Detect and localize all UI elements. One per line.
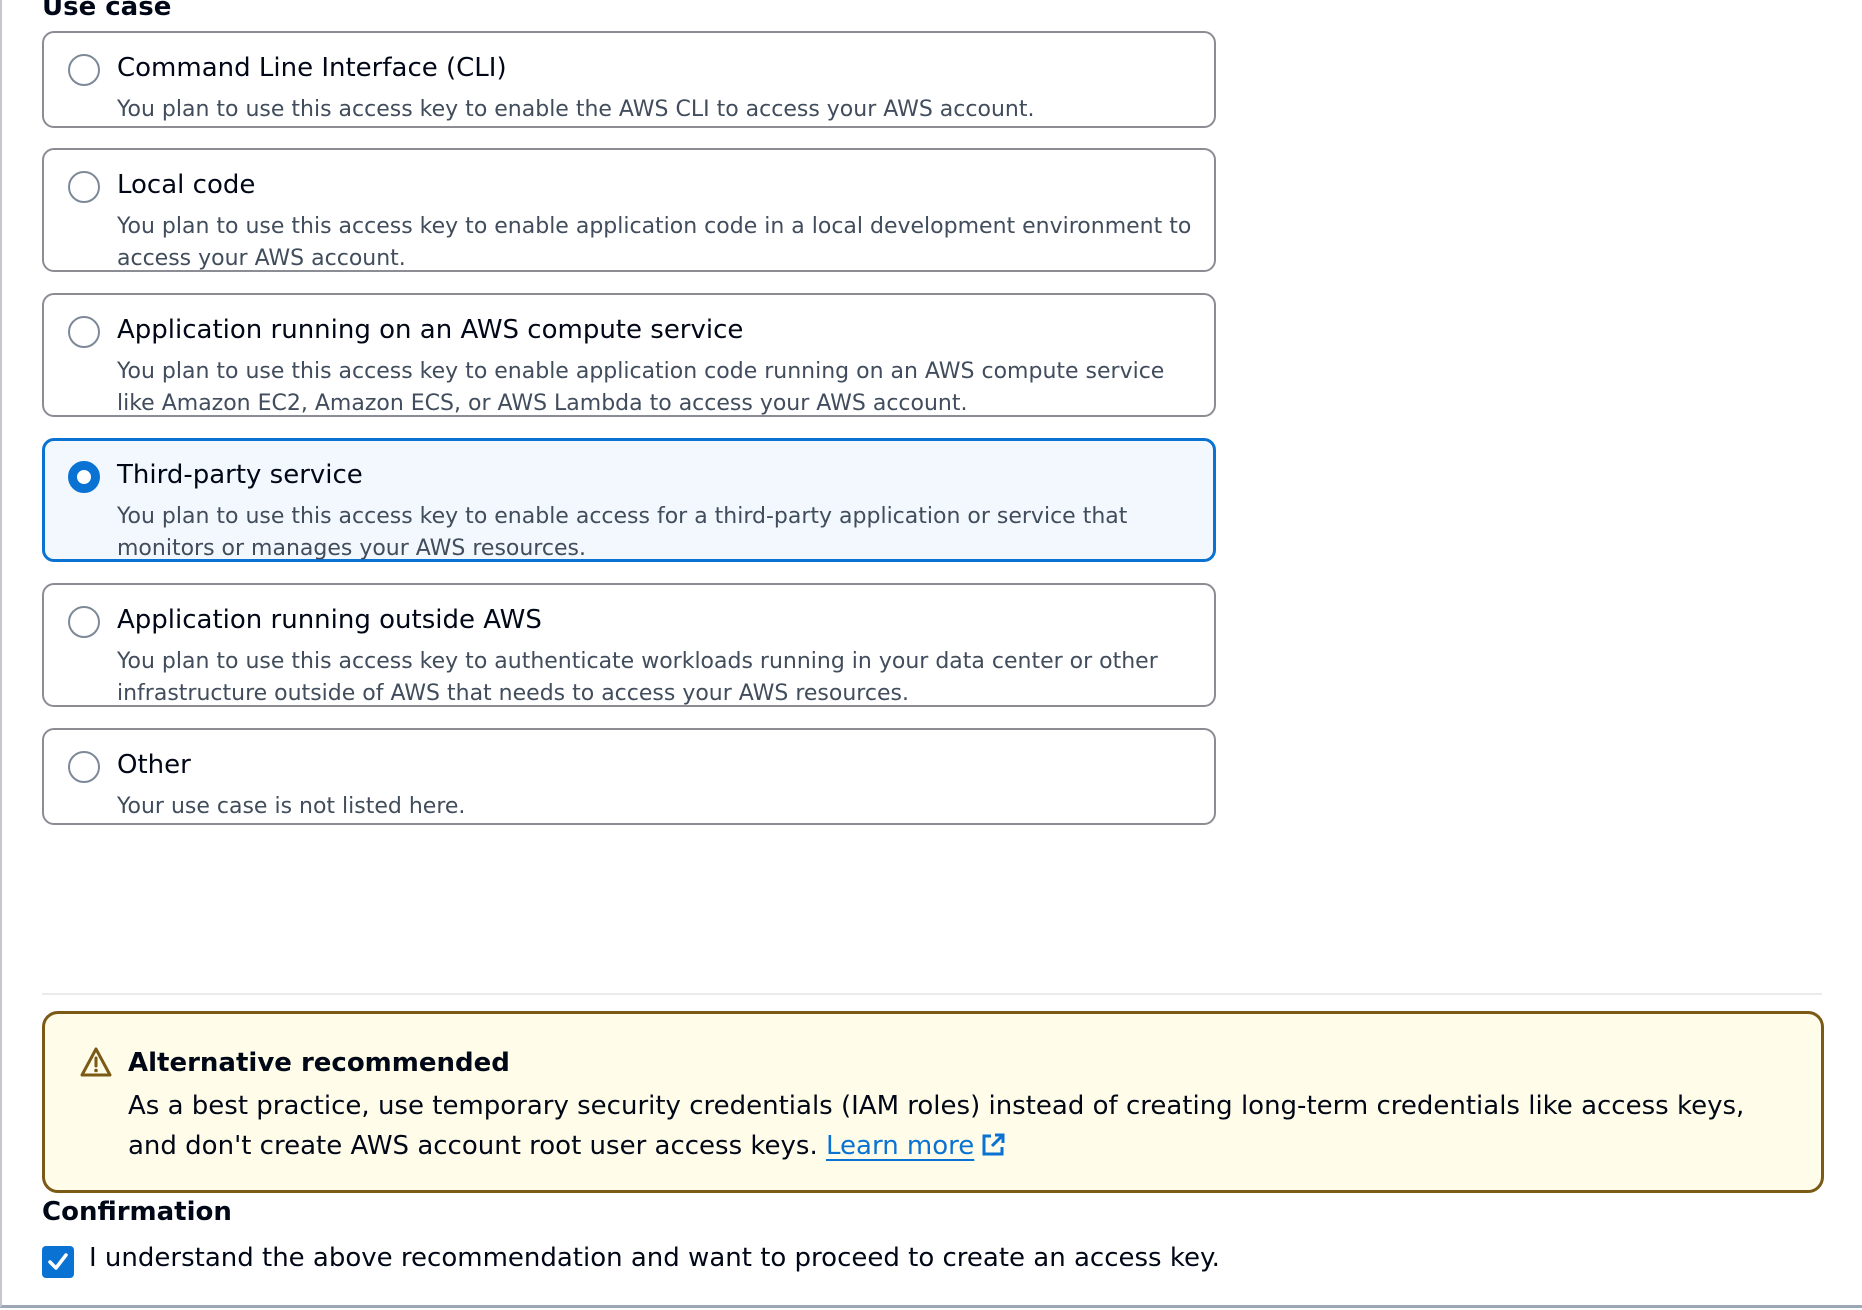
option-outside-aws[interactable]: Application running outside AWS You plan… (42, 583, 1216, 707)
warning-alert: Alternative recommended As a best practi… (42, 1011, 1824, 1193)
confirm-checkbox-label[interactable]: I understand the above recommendation an… (89, 1243, 1220, 1273)
option-third-party[interactable]: Third-party service You plan to use this… (42, 438, 1216, 562)
alert-title: Alternative recommended (128, 1048, 510, 1078)
divider (42, 993, 1822, 995)
radio-local-code[interactable] (68, 171, 100, 203)
option-description: You plan to use this access key to enabl… (117, 97, 1035, 122)
option-local-code[interactable]: Local code You plan to use this access k… (42, 148, 1216, 272)
radio-third-party[interactable] (68, 461, 100, 493)
option-description: You plan to use this access key to enabl… (117, 214, 1192, 271)
checkmark-icon (48, 1253, 68, 1270)
learn-more-link[interactable]: Learn more (826, 1131, 974, 1161)
external-link-icon[interactable] (980, 1130, 1006, 1170)
confirm-checkbox[interactable] (42, 1246, 74, 1278)
radio-outside-aws[interactable] (68, 606, 100, 638)
confirmation-heading: Confirmation (42, 1197, 232, 1227)
use-case-heading: Use case (42, 0, 172, 22)
radio-cli[interactable] (68, 54, 100, 86)
option-title: Application running on an AWS compute se… (117, 315, 744, 345)
option-description: Your use case is not listed here. (117, 794, 466, 819)
radio-other[interactable] (68, 751, 100, 783)
option-description: You plan to use this access key to authe… (117, 649, 1158, 706)
option-description: You plan to use this access key to enabl… (117, 504, 1128, 561)
radio-aws-compute[interactable] (68, 316, 100, 348)
option-title: Third-party service (117, 460, 363, 490)
alert-body: As a best practice, use temporary securi… (128, 1086, 1768, 1170)
option-other[interactable]: Other Your use case is not listed here. (42, 728, 1216, 825)
learn-more-label: Learn more (826, 1131, 975, 1161)
warning-icon (79, 1046, 113, 1078)
option-cli[interactable]: Command Line Interface (CLI) You plan to… (42, 31, 1216, 128)
option-description: You plan to use this access key to enabl… (117, 359, 1165, 416)
option-aws-compute[interactable]: Application running on an AWS compute se… (42, 293, 1216, 417)
option-title: Other (117, 750, 191, 780)
option-title: Application running outside AWS (117, 605, 542, 635)
option-title: Local code (117, 170, 256, 200)
option-title: Command Line Interface (CLI) (117, 53, 507, 83)
